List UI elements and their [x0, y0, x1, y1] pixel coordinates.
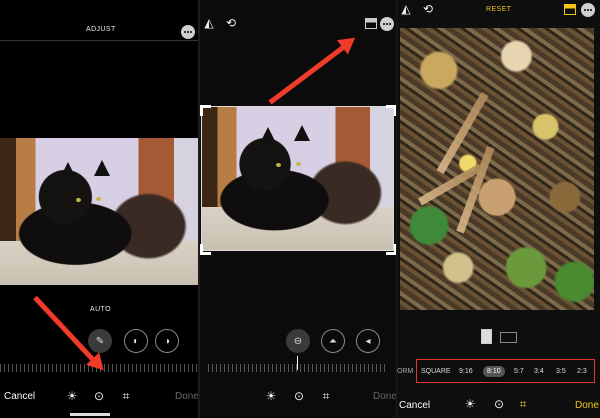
- header-divider: [0, 40, 198, 41]
- cat-eye: [96, 197, 101, 201]
- portrait-orientation-icon[interactable]: [481, 329, 492, 344]
- slider-center-mark: [297, 356, 298, 370]
- crop-panel: ◭ ⟲ ⊖ ⏶ ◂ ☀ ⊙ ⌗ Done: [200, 0, 397, 418]
- aspect-ratio-icon[interactable]: [365, 18, 377, 29]
- crop-corner-handle[interactable]: [200, 105, 211, 116]
- rotate-icon[interactable]: ⟲: [421, 2, 435, 16]
- done-button[interactable]: Done: [175, 391, 198, 402]
- reset-button[interactable]: RESET: [486, 6, 511, 13]
- aspect-ratio-panel: ◭ ⟲ RESET ORM SQUARE 9:16 8:10 5:7 3:4 3…: [397, 0, 600, 418]
- aspect-ratio-icon[interactable]: [564, 4, 576, 15]
- red-arrow-annotation: [268, 43, 348, 105]
- cat-eye: [276, 163, 281, 167]
- ratio-option-5-7[interactable]: 5:7: [514, 368, 524, 375]
- ratio-option-2-3[interactable]: 2:3: [577, 368, 587, 375]
- ratio-option-3-5[interactable]: 3:5: [556, 368, 566, 375]
- cat-eye: [296, 162, 301, 166]
- auto-label: AUTO: [90, 306, 111, 313]
- crop-corner-handle[interactable]: [200, 244, 211, 255]
- straighten-slider[interactable]: [208, 364, 388, 372]
- red-arrow-annotation: [33, 295, 97, 364]
- magic-wand-icon[interactable]: ✎: [88, 329, 112, 353]
- more-icon[interactable]: [181, 25, 195, 39]
- cat-ear-left: [260, 127, 276, 143]
- home-indicator: [70, 413, 110, 416]
- adjust-header: ADJUST: [86, 26, 116, 33]
- filters-icon[interactable]: ⊙: [492, 397, 506, 411]
- done-button[interactable]: Done: [373, 391, 397, 402]
- flip-icon[interactable]: ◭: [399, 2, 413, 16]
- landscape-orientation-icon[interactable]: [500, 332, 517, 343]
- cat-eye: [76, 198, 81, 202]
- sun-icon[interactable]: ☀: [65, 389, 79, 403]
- cat-photo-crop: [201, 106, 394, 251]
- crop-icon[interactable]: ⌗: [516, 397, 530, 411]
- ratio-option-9-16[interactable]: 9:16: [459, 368, 473, 375]
- crop-icon[interactable]: ⌗: [119, 389, 133, 403]
- cat-ear-left: [60, 162, 76, 178]
- adjust-panel: ADJUST AUTO ✎ ◐ ◑ Cancel ☀ ⊙ ⌗ Done: [0, 0, 198, 418]
- sun-icon[interactable]: ☀: [463, 397, 477, 411]
- exposure-icon[interactable]: ◐: [124, 329, 148, 353]
- cancel-button[interactable]: Cancel: [4, 391, 35, 402]
- cat-photo: [0, 138, 198, 285]
- fern-leaf: [456, 146, 495, 234]
- crop-icon[interactable]: ⌗: [319, 389, 333, 403]
- filters-icon[interactable]: ⊙: [92, 389, 106, 403]
- cancel-button[interactable]: Cancel: [399, 400, 430, 411]
- ratio-option-3-4[interactable]: 3:4: [534, 368, 544, 375]
- more-icon[interactable]: [380, 17, 394, 31]
- ratio-option-8-10[interactable]: 8:10: [483, 366, 505, 377]
- done-button[interactable]: Done: [575, 400, 599, 411]
- cat-ear-right: [94, 160, 110, 176]
- flip-icon[interactable]: ◭: [202, 16, 216, 30]
- contrast-icon[interactable]: ◑: [155, 329, 179, 353]
- filters-icon[interactable]: ⊙: [292, 389, 306, 403]
- ratio-option-partial[interactable]: ORM: [397, 368, 413, 375]
- more-icon[interactable]: [581, 3, 595, 17]
- straighten-icon[interactable]: ⊖: [286, 329, 310, 353]
- cat-ear-right: [294, 125, 310, 141]
- horizontal-perspective-icon[interactable]: ◂: [356, 329, 380, 353]
- ratio-option-square[interactable]: SQUARE: [421, 368, 451, 375]
- forest-floor-photo: [400, 28, 594, 310]
- sun-icon[interactable]: ☀: [264, 389, 278, 403]
- vertical-perspective-icon[interactable]: ⏶: [321, 329, 345, 353]
- rotate-icon[interactable]: ⟲: [224, 16, 238, 30]
